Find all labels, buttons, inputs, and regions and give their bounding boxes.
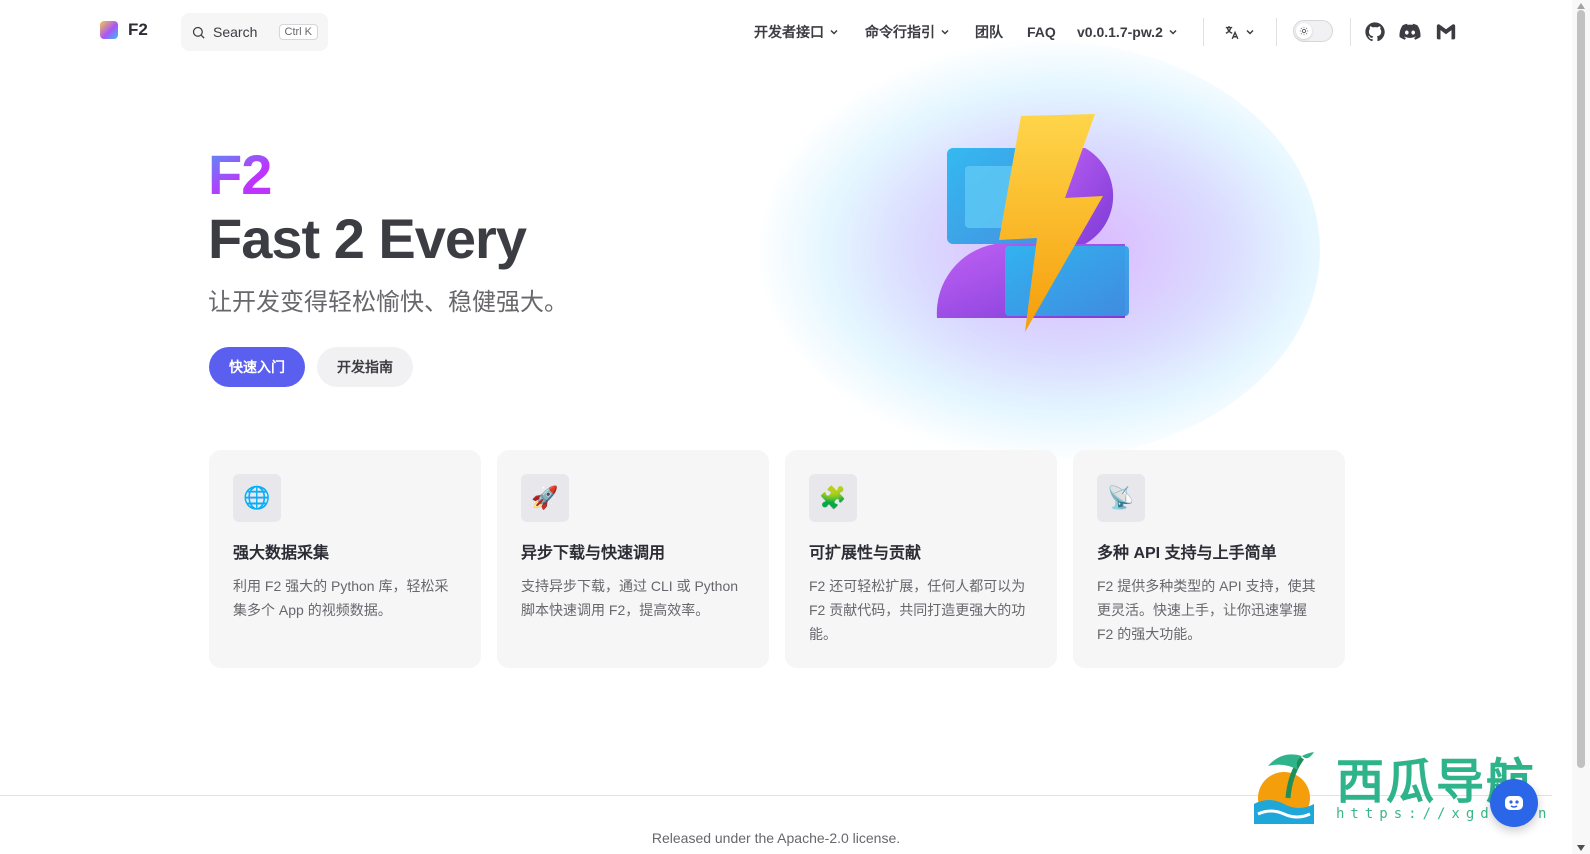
nav-menu-label: v0.0.1.7-pw.2	[1077, 24, 1163, 40]
island-logo-icon	[1254, 752, 1314, 824]
chevron-down-icon	[830, 29, 838, 35]
nav-menu-label: 开发者接口	[754, 24, 824, 40]
feature-title: 强大数据采集	[233, 545, 330, 562]
scroll-down-arrow-icon[interactable]	[1576, 844, 1586, 852]
search-shortcut: Ctrl K	[278, 24, 318, 40]
chevron-down-icon	[1246, 29, 1254, 35]
search-label: Search	[213, 24, 258, 40]
nav-menu-cli-guide[interactable]: 命令行指引	[865, 20, 950, 44]
feature-details: F2 提供多种类型的 API 支持，使其更灵活。快速上手，让你迅速掌握 F2 的…	[1097, 578, 1316, 642]
sun-icon	[1299, 26, 1309, 36]
hero-name: F2	[208, 143, 272, 206]
brand-title: F2	[128, 20, 148, 39]
feature-details: F2 还可轻松扩展，任何人都可以为 F2 贡献代码，共同打造更强大的功能。	[809, 578, 1026, 642]
globe-icon: 🌐	[233, 474, 281, 522]
scroll-up-arrow-icon[interactable]	[1576, 2, 1586, 10]
language-menu[interactable]	[1223, 20, 1255, 44]
nav-link-team[interactable]: 团队	[975, 20, 1003, 44]
github-icon[interactable]	[1364, 21, 1386, 43]
feature-details: 支持异步下载，通过 CLI 或 Python 脚本快速调用 F2，提高效率。	[521, 578, 739, 618]
page-scrollbar[interactable]	[1572, 0, 1590, 854]
scrollbar-thumb[interactable]	[1577, 10, 1585, 768]
feature-details: 利用 F2 强大的 Python 库，轻松采集多个 App 的视频数据。	[233, 578, 449, 618]
dev-guide-button[interactable]: 开发指南	[317, 347, 413, 387]
feature-title: 异步下载与快速调用	[521, 545, 666, 562]
chevron-down-icon	[1169, 29, 1177, 35]
top-nav: F2 Search Ctrl K 开发者接口 命令行指引 团队 FAQ v0.0…	[0, 0, 1552, 64]
hero-tagline: 让开发变得轻松愉快、稳健强大。	[208, 289, 568, 316]
hero-logo-image	[936, 114, 1129, 332]
get-started-button[interactable]: 快速入门	[209, 347, 305, 387]
search-button[interactable]: Search Ctrl K	[181, 13, 328, 51]
brand-link[interactable]: F2	[100, 20, 148, 40]
nav-divider	[1276, 18, 1277, 46]
nav-divider	[1203, 18, 1204, 46]
chat-assistant-button[interactable]	[1490, 779, 1538, 827]
feature-card: 🌐 强大数据采集 利用 F2 强大的 Python 库，轻松采集多个 App 的…	[209, 450, 481, 668]
hero-headline: Fast 2 Every	[208, 207, 527, 270]
feature-card: 🚀 异步下载与快速调用 支持异步下载，通过 CLI 或 Python 脚本快速调…	[497, 450, 769, 668]
nav-menu-label: 命令行指引	[865, 24, 935, 40]
nav-menu-version[interactable]: v0.0.1.7-pw.2	[1077, 20, 1178, 44]
puzzle-icon: 🧩	[809, 474, 857, 522]
translate-icon	[1225, 25, 1239, 39]
satellite-icon: 📡	[1097, 474, 1145, 522]
feature-title: 可扩展性与贡献	[809, 545, 922, 562]
f2-logo-icon	[100, 21, 118, 39]
search-icon	[192, 26, 205, 39]
footer-message: Released under the Apache-2.0 license.	[651, 830, 901, 846]
feature-title: 多种 API 支持与上手简单	[1097, 545, 1277, 562]
chatbot-icon	[1505, 796, 1523, 810]
discord-icon[interactable]	[1399, 21, 1421, 43]
nav-menu-developer-api[interactable]: 开发者接口	[754, 20, 839, 44]
gmail-icon[interactable]	[1435, 21, 1457, 43]
nav-menu-label: 团队	[975, 24, 1003, 40]
toggle-knob	[1296, 23, 1312, 39]
nav-divider	[1350, 18, 1351, 46]
rocket-icon: 🚀	[521, 474, 569, 522]
chevron-down-icon	[941, 29, 949, 35]
nav-menu-label: FAQ	[1027, 24, 1056, 40]
feature-card: 📡 多种 API 支持与上手简单 F2 提供多种类型的 API 支持，使其更灵活…	[1073, 450, 1345, 668]
appearance-toggle[interactable]	[1293, 20, 1333, 42]
feature-card: 🧩 可扩展性与贡献 F2 还可轻松扩展，任何人都可以为 F2 贡献代码，共同打造…	[785, 450, 1057, 668]
